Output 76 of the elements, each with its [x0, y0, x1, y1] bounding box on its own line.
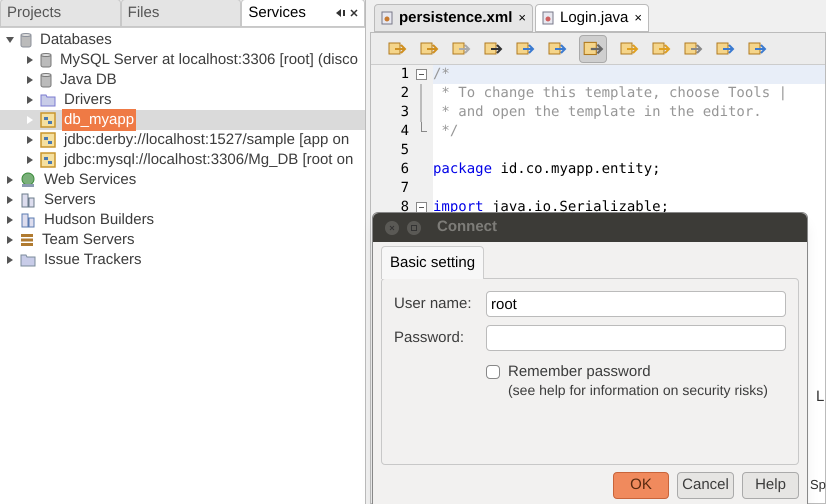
tree-item[interactable]: Web Services	[42, 168, 138, 192]
folder-icon	[40, 93, 56, 107]
dialog-button[interactable]: Cancel	[677, 472, 734, 499]
builder-icon	[20, 212, 36, 228]
text-fragment: Sp	[810, 476, 826, 494]
code-comment: * To change this template, choose Tools |	[440, 84, 788, 103]
line-number: 3	[400, 103, 409, 122]
editor-tab[interactable]: persistence.xml ×	[374, 4, 533, 32]
tree-item[interactable]: MySQL Server at localhost:3306 [root] (disco	[58, 48, 360, 72]
close-tab-button[interactable]: ×	[518, 8, 526, 28]
tree-item[interactable]: Issue Trackers	[42, 248, 144, 272]
globe-icon	[20, 172, 36, 188]
text-fragment: L	[816, 387, 824, 407]
collapsed-arrow-icon[interactable]	[26, 56, 34, 64]
tree-item[interactable]: Team Servers	[40, 228, 137, 252]
code-comment: */	[440, 122, 458, 141]
collapsed-arrow-icon[interactable]	[6, 176, 14, 184]
checkbox-label[interactable]: Remember password	[508, 363, 768, 381]
database-icon	[40, 52, 52, 68]
connection-icon	[40, 152, 56, 168]
panel-tab[interactable]: Files	[120, 0, 242, 27]
database-icon	[40, 72, 52, 88]
checkbox-note: (see help for information on security risks)	[508, 381, 768, 399]
field-label: User name:	[394, 294, 473, 314]
file-icon	[542, 11, 554, 25]
tree-item[interactable]: Drivers	[62, 88, 114, 112]
tree-item[interactable]: jdbc:mysql://localhost:3306/Mg_DB [root on	[62, 148, 356, 172]
collapsed-arrow-icon[interactable]	[6, 236, 14, 244]
code-comment: /*	[433, 65, 450, 84]
tree-item[interactable]: jdbc:derby://localhost:1527/sample [app on	[62, 128, 352, 152]
tree-item[interactable]: Servers	[42, 188, 98, 212]
panel-tab[interactable]: Projects	[0, 0, 121, 27]
editor-tab[interactable]: Login.java ×	[535, 4, 649, 32]
collapsed-arrow-icon[interactable]	[26, 156, 34, 164]
code-line: package id.co.myapp.entity;	[433, 160, 661, 179]
line-number: 5	[400, 141, 409, 160]
dialog-tab[interactable]: Basic setting	[381, 246, 484, 279]
file-icon	[381, 11, 393, 25]
close-tab-button[interactable]: ×	[634, 8, 642, 28]
connection-icon	[40, 132, 56, 148]
code-comment: * and open the template in the editor.	[440, 103, 762, 122]
collapsed-arrow-icon[interactable]	[26, 76, 34, 84]
dialog-button[interactable]: Help	[742, 472, 799, 499]
collapsed-arrow-icon[interactable]	[26, 136, 34, 144]
line-number: 1	[400, 65, 409, 84]
tree-item[interactable]: Java DB	[58, 68, 119, 92]
dialog-button[interactable]: OK	[613, 472, 669, 499]
tree-item[interactable]: Databases	[38, 28, 114, 52]
collapsed-arrow-icon[interactable]	[26, 96, 34, 104]
panel-tab[interactable]: Services	[241, 0, 365, 27]
collapsed-arrow-icon[interactable]	[6, 196, 14, 204]
input-field[interactable]: root	[486, 291, 786, 317]
stack-icon	[20, 233, 34, 247]
database-icon	[20, 32, 32, 48]
line-number: 2	[400, 84, 409, 103]
field-label: Password:	[394, 328, 466, 348]
tree-item[interactable]: Hudson Builders	[42, 208, 156, 232]
folder-icon	[20, 253, 36, 267]
minimize-icon[interactable]	[336, 9, 346, 17]
close-icon[interactable]	[350, 9, 358, 17]
line-number: 8	[400, 198, 409, 217]
input-field[interactable]	[486, 325, 786, 351]
line-number: 4	[400, 122, 409, 141]
expanded-arrow-icon[interactable]	[6, 36, 14, 44]
connection-icon	[40, 112, 56, 128]
checkbox[interactable]	[486, 365, 500, 379]
line-number: 7	[400, 179, 409, 198]
fold-icon[interactable]	[416, 69, 426, 80]
collapsed-arrow-icon[interactable]	[6, 256, 14, 264]
line-number: 6	[400, 160, 409, 179]
dialog-title: Connect	[437, 217, 497, 238]
servers-icon	[20, 192, 36, 208]
code-line: import java.io.Serializable;	[433, 198, 670, 217]
collapsed-arrow-icon[interactable]	[6, 216, 14, 224]
toolbar-icon[interactable]	[579, 34, 607, 62]
fold-icon[interactable]	[416, 202, 426, 213]
